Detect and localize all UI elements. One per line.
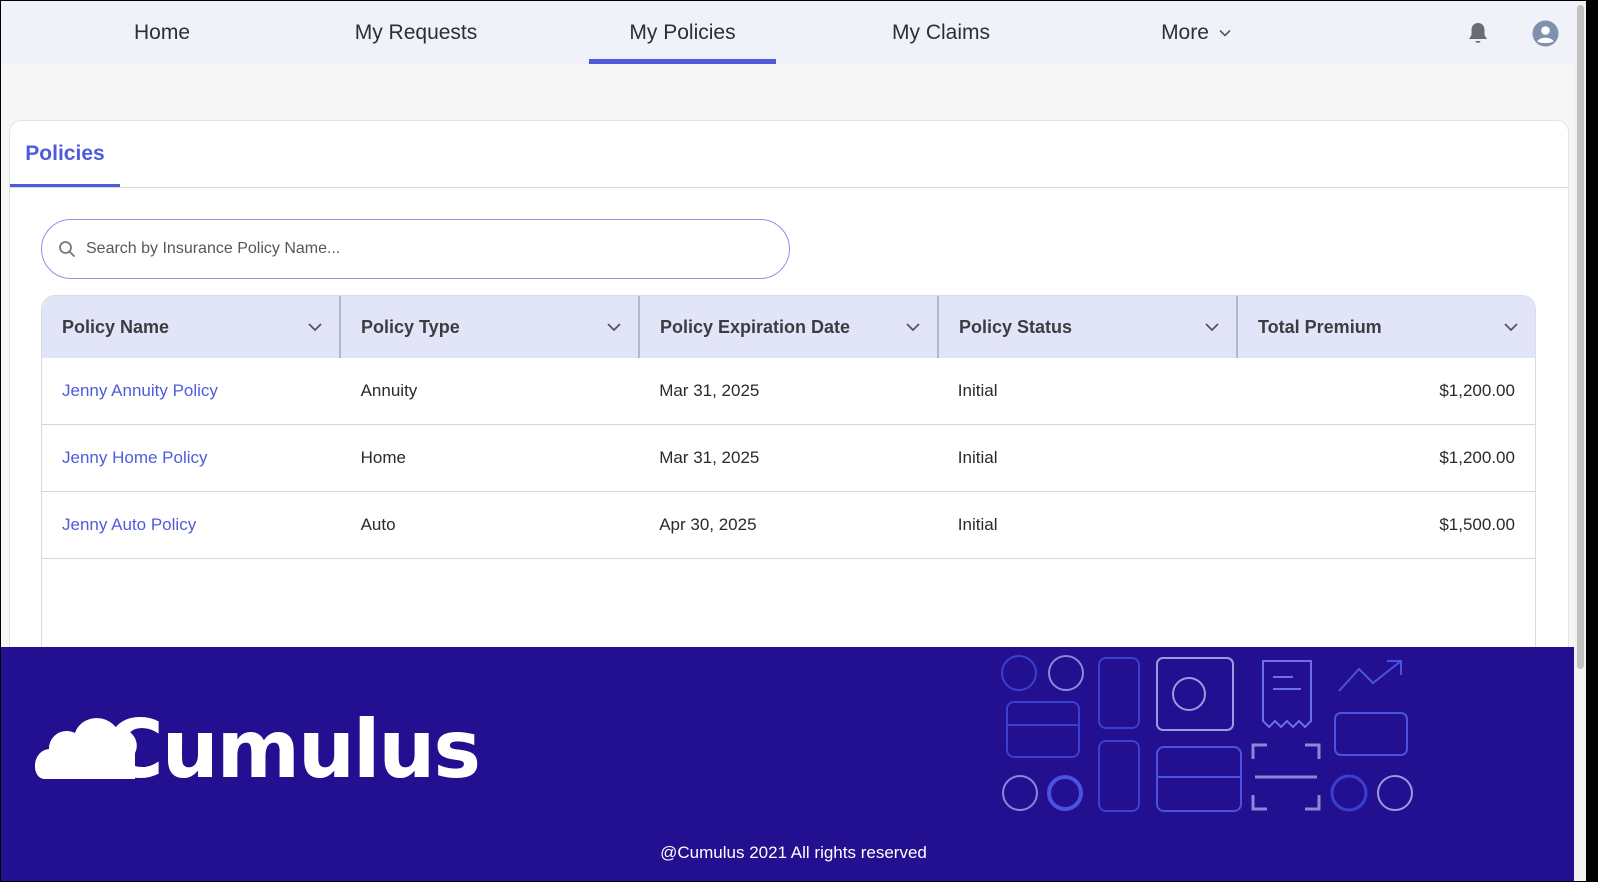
table-row: Jenny Auto Policy Auto Apr 30, 2025 Init…: [42, 492, 1535, 559]
policy-name-link[interactable]: Jenny Auto Policy: [42, 492, 341, 558]
tab-divider: [10, 187, 1568, 188]
nav-more[interactable]: More: [1131, 1, 1261, 64]
table-row: Jenny Home Policy Home Mar 31, 2025 Init…: [42, 425, 1535, 492]
sort-chevron-icon[interactable]: [307, 321, 323, 333]
bell-icon[interactable]: [1465, 20, 1491, 46]
total-premium-cell: $1,500.00: [1439, 515, 1515, 534]
sort-chevron-icon[interactable]: [606, 321, 622, 333]
nav-home[interactable]: Home: [101, 1, 223, 64]
user-avatar-icon[interactable]: [1532, 20, 1559, 47]
search-input[interactable]: [86, 240, 736, 258]
column-header-policy-expiration-date[interactable]: Policy Expiration Date: [640, 296, 939, 358]
column-header-label: Policy Status: [959, 316, 1073, 337]
chevron-down-icon: [1219, 29, 1231, 37]
search-icon: [59, 241, 75, 257]
nav-home-label: Home: [133, 20, 191, 44]
policy-name-link[interactable]: Jenny Annuity Policy: [42, 358, 341, 424]
nav-more-label: More: [1161, 20, 1209, 44]
policy-type-cell: Auto: [360, 515, 396, 534]
policy-status-cell: Initial: [957, 381, 998, 400]
nav-my-policies-label: My Policies: [629, 20, 736, 44]
top-navigation: Home My Requests My Policies My Claims M…: [1, 1, 1574, 64]
column-header-policy-name[interactable]: Policy Name: [42, 296, 341, 358]
app-window: Home My Requests My Policies My Claims M…: [1, 1, 1586, 881]
scrollbar-thumb[interactable]: [1577, 5, 1584, 669]
nav-my-claims-label: My Claims: [892, 20, 990, 44]
column-header-label: Policy Type: [361, 316, 460, 337]
total-premium-cell: $1,200.00: [1439, 448, 1515, 467]
policy-type-cell: Home: [360, 448, 406, 467]
column-header-label: Policy Name: [62, 316, 170, 337]
nav-my-policies[interactable]: My Policies: [589, 1, 776, 64]
vertical-scrollbar[interactable]: [1574, 1, 1586, 881]
policy-expiration-cell: Mar 31, 2025: [659, 381, 760, 400]
policy-status-cell: Initial: [957, 448, 998, 467]
table-row: Jenny Annuity Policy Annuity Mar 31, 202…: [42, 358, 1535, 425]
table-header: Policy Name Policy Type Policy Expiratio…: [42, 296, 1535, 358]
search-box: [41, 219, 790, 279]
policy-name-link[interactable]: Jenny Home Policy: [42, 425, 341, 491]
nav-my-requests[interactable]: My Requests: [331, 1, 501, 64]
sort-chevron-icon[interactable]: [1503, 321, 1519, 333]
decorative-pattern: [1001, 655, 1413, 812]
cumulus-logo: Cumulus: [33, 703, 481, 797]
sort-chevron-icon[interactable]: [905, 321, 921, 333]
tab-policies[interactable]: Policies: [10, 121, 120, 188]
policy-type-cell: Annuity: [360, 381, 418, 400]
column-header-total-premium[interactable]: Total Premium: [1238, 296, 1535, 358]
column-header-label: Total Premium: [1258, 316, 1382, 337]
column-header-policy-type[interactable]: Policy Type: [341, 296, 640, 358]
column-header-policy-status[interactable]: Policy Status: [939, 296, 1238, 358]
nav-my-requests-label: My Requests: [354, 20, 478, 44]
footer: Cumulus @Cumulus 2021 All rights reserve…: [1, 647, 1586, 881]
policy-status-cell: Initial: [957, 515, 998, 534]
policy-expiration-cell: Mar 31, 2025: [659, 448, 760, 467]
sort-chevron-icon[interactable]: [1204, 321, 1220, 333]
copyright-text: @Cumulus 2021 All rights reserved: [660, 843, 927, 862]
brand-name: Cumulus: [105, 703, 481, 796]
nav-my-claims[interactable]: My Claims: [861, 1, 1021, 64]
policy-expiration-cell: Apr 30, 2025: [659, 515, 757, 534]
column-header-label: Policy Expiration Date: [660, 316, 851, 337]
total-premium-cell: $1,200.00: [1439, 381, 1515, 400]
tab-policies-label: Policies: [25, 142, 105, 165]
